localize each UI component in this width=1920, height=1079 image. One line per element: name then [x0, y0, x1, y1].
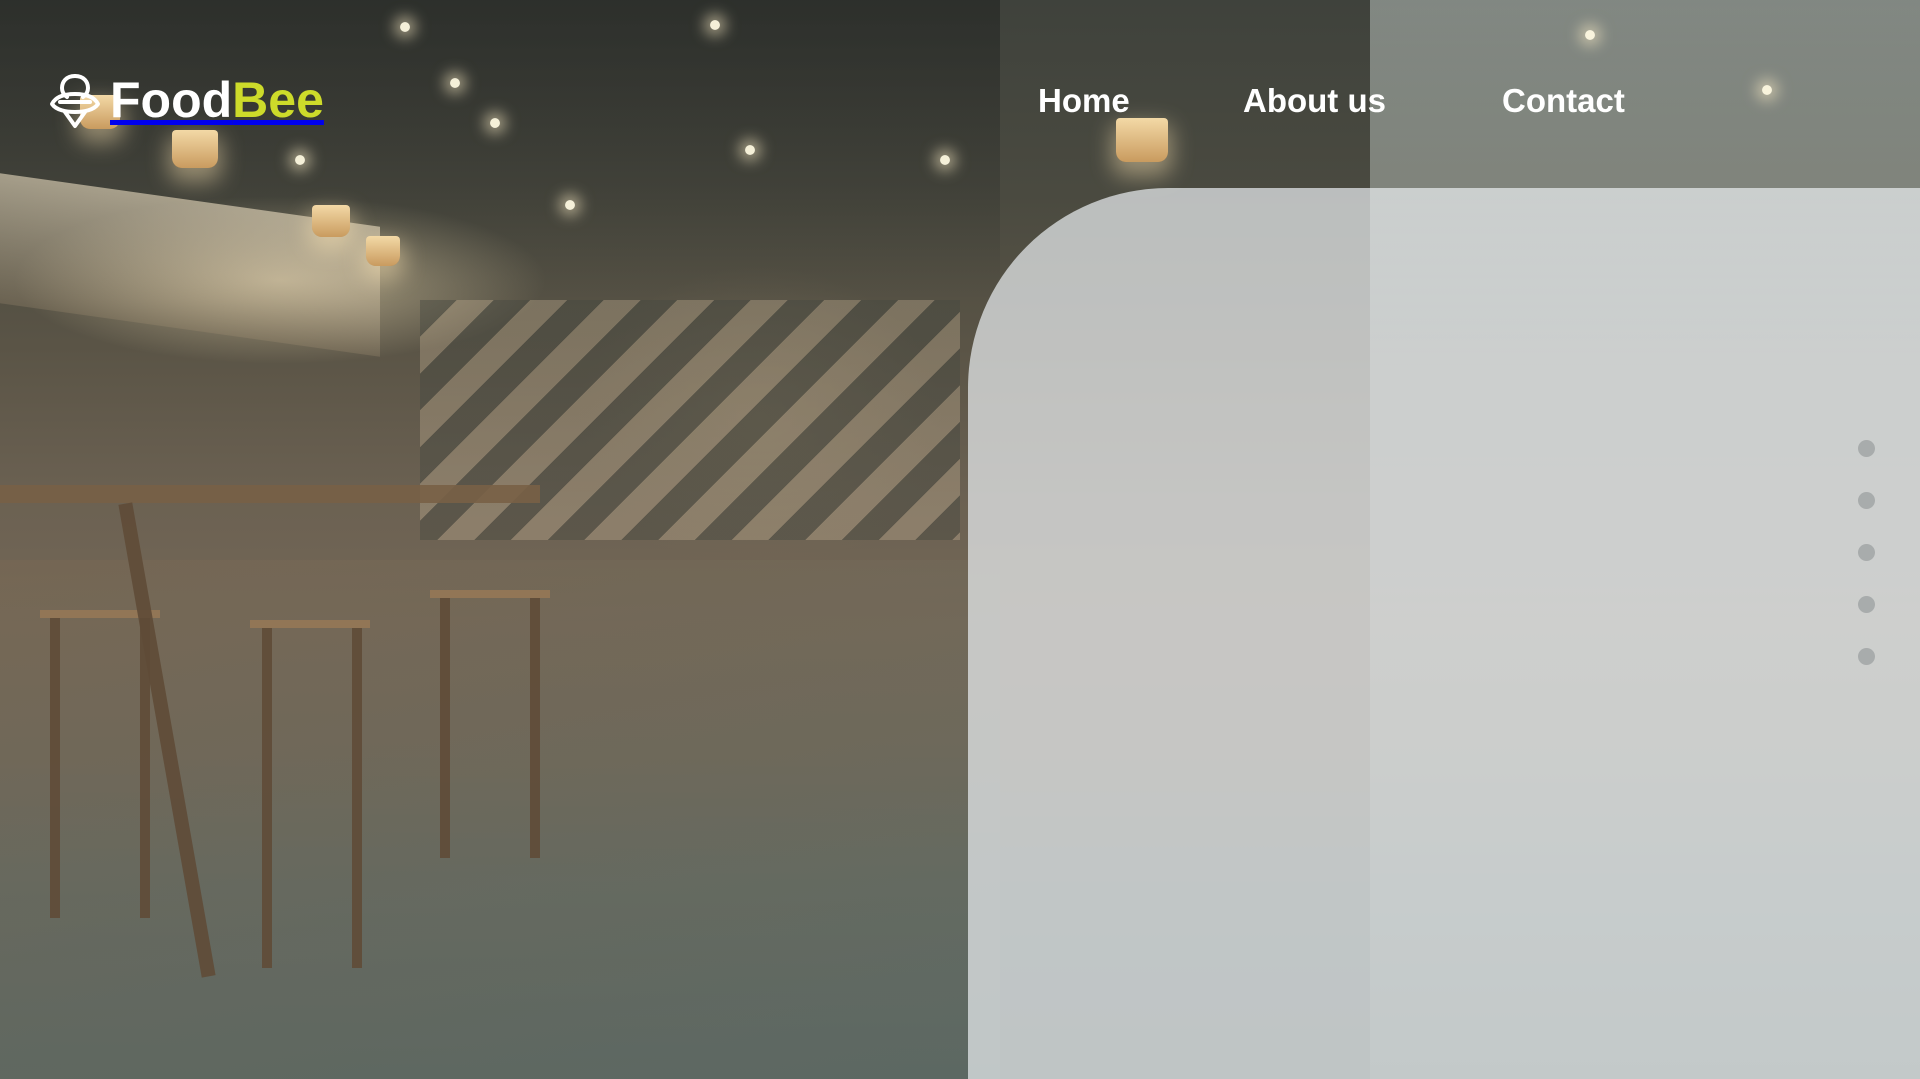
bar-table — [0, 485, 540, 503]
stool-leg — [352, 628, 362, 968]
landing-page: FoodBee Home About us Contact — [0, 0, 1920, 1079]
stool-leg — [262, 628, 272, 968]
carousel-dot-2[interactable] — [1858, 492, 1875, 509]
nav-link-contact[interactable]: Contact — [1502, 78, 1625, 124]
carousel-dot-5[interactable] — [1858, 648, 1875, 665]
frosted-hero-panel — [968, 188, 1920, 1079]
patterned-wall — [420, 300, 960, 540]
main-nav: Home About us Contact — [0, 78, 1920, 128]
carousel-pagination — [1858, 440, 1878, 700]
nav-link-about-us[interactable]: About us — [1243, 78, 1386, 124]
bar-stool — [250, 620, 370, 628]
carousel-dot-3[interactable] — [1858, 544, 1875, 561]
site-header: FoodBee Home About us Contact — [0, 0, 1920, 200]
bar-stool — [430, 590, 550, 598]
stool-leg — [50, 618, 60, 918]
stool-leg — [530, 598, 540, 858]
carousel-dot-1[interactable] — [1858, 440, 1875, 457]
carousel-dot-4[interactable] — [1858, 596, 1875, 613]
stool-leg — [440, 598, 450, 858]
ceiling-light — [565, 200, 575, 210]
nav-link-home[interactable]: Home — [1038, 78, 1130, 124]
pendant-lamp — [312, 205, 350, 237]
pendant-lamp — [366, 236, 400, 266]
